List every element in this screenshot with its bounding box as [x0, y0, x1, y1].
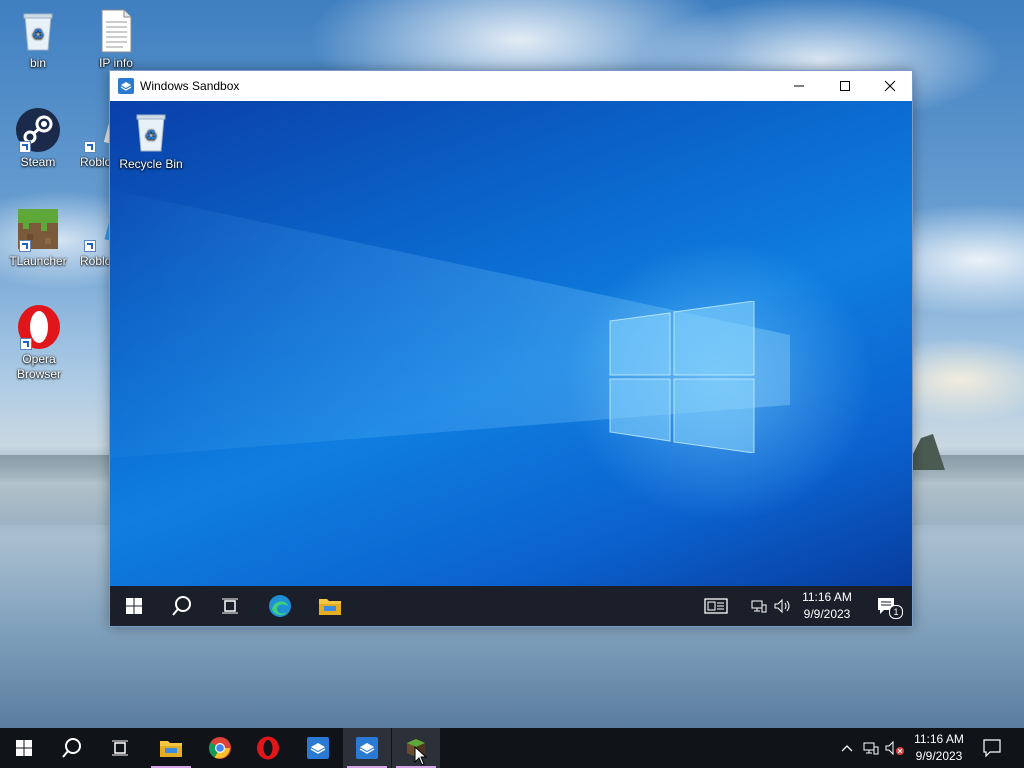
desktop-icon-steam[interactable]: Steam [2, 107, 74, 170]
text-file-icon [93, 8, 139, 54]
desktop-icon-roblox[interactable]: Roblo [80, 107, 110, 170]
notification-count-badge: 1 [889, 605, 903, 619]
chrome-icon [209, 737, 231, 759]
task-view-button[interactable] [96, 728, 144, 768]
sandbox-desktop[interactable]: ♻ Recycle Bin [110, 101, 912, 586]
sandbox-desktop-icon-recycle-bin[interactable]: ♻ Recycle Bin [114, 109, 188, 172]
sandbox-icon [356, 737, 378, 759]
notification-icon [983, 739, 1001, 757]
roblox-icon [84, 107, 110, 153]
window-titlebar[interactable]: Windows Sandbox [110, 71, 912, 101]
sandbox-taskbar: 11:16 AM 9/9/2023 1 [110, 586, 912, 626]
show-hidden-icons-button[interactable] [836, 728, 858, 768]
network-button[interactable] [860, 728, 882, 768]
sandbox-file-explorer-button[interactable] [306, 586, 354, 626]
roblox-studio-icon [84, 206, 110, 252]
shortcut-arrow-icon [20, 338, 32, 350]
window-title: Windows Sandbox [140, 79, 240, 93]
maximize-button[interactable] [822, 71, 868, 101]
windows-logo-wallpaper [608, 300, 756, 458]
search-icon [172, 596, 191, 616]
desktop-icon-ip-info[interactable]: IP info [80, 8, 152, 71]
sandbox-window[interactable]: Windows Sandbox ♻ Recycle Bin 11:16 AM 9… [109, 70, 913, 627]
close-button[interactable] [867, 71, 913, 101]
svg-text:♻: ♻ [145, 128, 158, 144]
sandbox-clock[interactable]: 11:16 AM 9/9/2023 [794, 589, 860, 623]
news-icon [704, 598, 728, 614]
edge-icon [269, 595, 291, 617]
windows-icon [126, 598, 142, 614]
desktop-icon-label: Recycle Bin [119, 157, 183, 171]
folder-icon [160, 741, 182, 757]
task-view-icon [222, 598, 238, 614]
taskbar-windows-sandbox[interactable] [294, 728, 342, 768]
recycle-bin-icon: ♻ [15, 8, 61, 54]
taskbar-opera[interactable] [244, 728, 292, 768]
taskbar-windows-sandbox-active[interactable] [343, 728, 391, 768]
sandbox-start-button[interactable] [110, 586, 158, 626]
sandbox-app-icon [118, 78, 134, 94]
mouse-cursor-icon [414, 746, 428, 766]
sandbox-search-button[interactable] [158, 586, 206, 626]
network-icon [863, 742, 879, 755]
search-button[interactable] [48, 728, 96, 768]
desktop-icon-tlauncher[interactable]: TLauncher [2, 206, 74, 269]
sandbox-news-button[interactable] [692, 586, 740, 626]
sandbox-icon [307, 737, 329, 759]
clock-time: 11:16 AM [914, 732, 964, 746]
desktop-icon-label: Opera Browser [16, 352, 61, 381]
taskbar: 11:16 AM 9/9/2023 [0, 728, 1024, 768]
taskbar-clock[interactable]: 11:16 AM 9/9/2023 [906, 731, 972, 765]
desktop-icon-roblox-studio[interactable]: Roblo [80, 206, 110, 269]
sandbox-network-button[interactable] [748, 586, 770, 626]
start-button[interactable] [0, 728, 48, 768]
task-view-icon [112, 740, 128, 756]
volume-muted-icon [885, 740, 904, 756]
shortcut-arrow-icon [84, 240, 96, 252]
search-icon [62, 738, 81, 758]
volume-icon [774, 598, 790, 614]
sandbox-task-view-button[interactable] [206, 586, 254, 626]
desktop-icon-label: IP info [99, 56, 133, 70]
minimize-button[interactable] [776, 71, 822, 101]
chevron-up-icon [841, 745, 853, 752]
desktop-icon-label: bin [29, 56, 46, 70]
sandbox-edge-button[interactable] [256, 586, 304, 626]
shortcut-arrow-icon [19, 141, 31, 153]
taskbar-tlauncher[interactable] [392, 728, 440, 768]
clock-time: 11:16 AM [802, 590, 852, 604]
volume-muted-button[interactable] [884, 728, 906, 768]
desktop-icon-opera[interactable]: Opera Browser [2, 304, 76, 382]
minecraft-icon [15, 206, 61, 252]
clock-date: 9/9/2023 [803, 607, 851, 621]
desktop-icon-label: Roblo [80, 254, 110, 268]
steam-icon [15, 107, 61, 153]
shortcut-arrow-icon [19, 240, 31, 252]
sandbox-volume-button[interactable] [772, 586, 794, 626]
svg-text:♻: ♻ [32, 27, 45, 43]
windows-icon [16, 740, 32, 756]
shortcut-arrow-icon [84, 141, 96, 153]
opera-icon [257, 736, 279, 760]
recycle-bin-icon: ♻ [128, 109, 174, 155]
desktop-icon-label: TLauncher [9, 254, 67, 268]
desktop-icon-label: Roblo [80, 155, 110, 169]
desktop-icon-label: Steam [20, 155, 56, 169]
notifications-button[interactable] [972, 728, 1012, 768]
taskbar-file-explorer[interactable] [147, 728, 195, 768]
desktop-icon-recycle-bin[interactable]: ♻ bin [2, 8, 74, 71]
taskbar-chrome[interactable] [196, 728, 244, 768]
clock-date: 9/9/2023 [915, 749, 963, 763]
opera-icon [16, 304, 62, 350]
network-icon [751, 600, 767, 613]
folder-icon [319, 599, 341, 615]
sandbox-notifications-button[interactable]: 1 [862, 586, 910, 626]
